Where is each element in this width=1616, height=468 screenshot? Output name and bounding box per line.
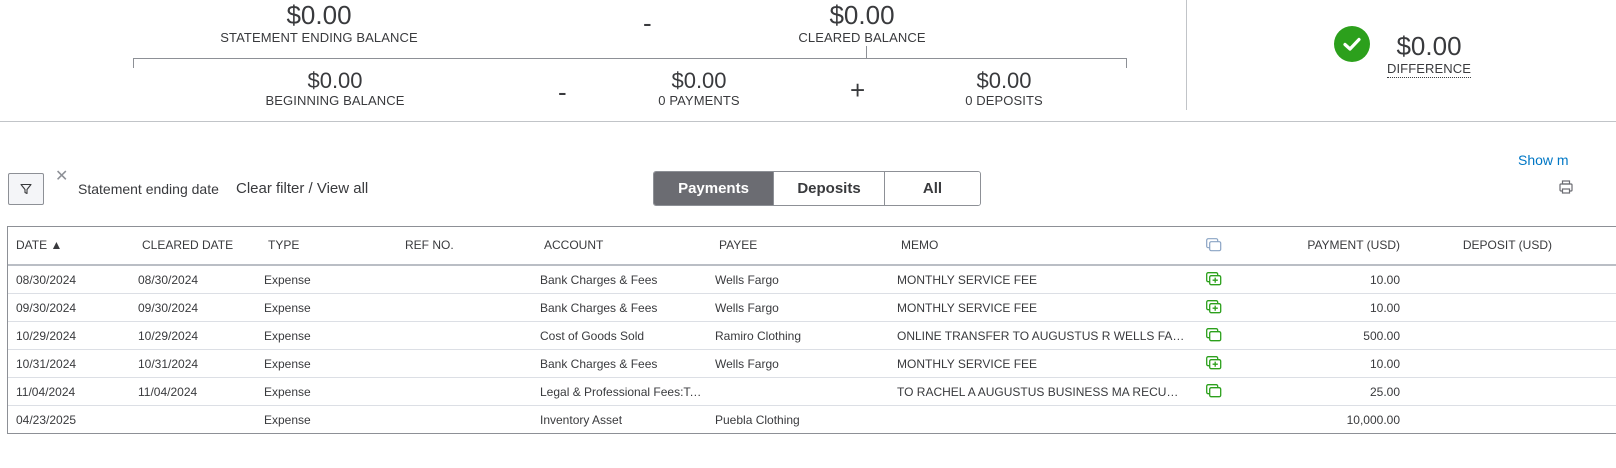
difference-value: $0.00 bbox=[1396, 31, 1462, 61]
column-header-deposit[interactable]: DEPOSIT (USD) bbox=[1418, 238, 1552, 252]
cell-type: Expense bbox=[264, 413, 311, 427]
cell-memo: MONTHLY SERVICE FEE bbox=[897, 357, 1038, 371]
table-row[interactable]: 08/30/2024 08/30/2024 Expense Bank Charges … bbox=[8, 266, 1616, 294]
payments-value: $0.00 bbox=[671, 68, 727, 93]
cell-payee: Wells Fargo bbox=[715, 273, 779, 287]
add-attachment-icon[interactable] bbox=[1206, 300, 1222, 314]
cleared-balance-label: CLEARED BALANCE bbox=[798, 30, 926, 45]
cell-payee: Ramiro Clothing bbox=[715, 329, 802, 343]
table-body: 08/30/2024 08/30/2024 Expense Bank Charges … bbox=[8, 266, 1616, 433]
table-row[interactable]: 11/04/2024 11/04/2024 Expense Legal & Profe… bbox=[8, 378, 1616, 406]
cell-memo: MONTHLY SERVICE FEE bbox=[897, 273, 1038, 287]
tab-payments[interactable]: Payments bbox=[654, 172, 773, 205]
add-attachment-icon[interactable] bbox=[1206, 356, 1222, 370]
column-header-cleared-date[interactable]: CLEARED DATE bbox=[142, 238, 233, 252]
column-header-account[interactable]: ACCOUNT bbox=[544, 238, 603, 252]
cell-account: Legal & Professional Fees:Tax... bbox=[540, 385, 708, 399]
add-attachment-icon[interactable] bbox=[1206, 272, 1222, 286]
cell-cleared-date: 09/30/2024 bbox=[138, 301, 199, 315]
show-more-link[interactable]: Show m bbox=[1518, 152, 1569, 168]
cell-cleared-date: 11/04/2024 bbox=[138, 385, 198, 399]
cell-type: Expense bbox=[264, 357, 311, 371]
cell-payment: 10.00 bbox=[1369, 273, 1400, 287]
cell-cleared-date: 08/30/2024 bbox=[138, 273, 199, 287]
cell-account: Cost of Goods Sold bbox=[540, 329, 645, 343]
cell-payee: Wells Fargo bbox=[715, 301, 779, 315]
attachments-column-icon bbox=[1206, 238, 1222, 252]
cell-payee: Puebla Clothing bbox=[715, 413, 800, 427]
attachment-icon[interactable] bbox=[1206, 328, 1222, 342]
attachment-icon[interactable] bbox=[1206, 384, 1222, 398]
difference-label-wrap: DIFFERENCE bbox=[1386, 61, 1472, 78]
statement-ending-date-label: Statement ending date bbox=[78, 181, 219, 197]
cell-payment: 10,000.00 bbox=[1346, 413, 1400, 427]
cell-account: Inventory Asset bbox=[540, 413, 623, 427]
cell-type: Expense bbox=[264, 301, 311, 315]
tab-all[interactable]: All bbox=[884, 172, 980, 205]
tab-deposits[interactable]: Deposits bbox=[773, 172, 884, 205]
cell-date: 04/23/2025 bbox=[16, 413, 77, 427]
transaction-type-tabs: Payments Deposits All bbox=[653, 171, 981, 206]
deposits-count-label: 0 DEPOSITS bbox=[965, 93, 1043, 108]
funnel-icon bbox=[20, 183, 32, 195]
column-header-date[interactable]: DATE ▲ bbox=[16, 238, 62, 252]
payments-count-label: 0 PAYMENTS bbox=[658, 93, 740, 108]
column-header-memo[interactable]: MEMO bbox=[901, 238, 938, 252]
filter-button[interactable] bbox=[8, 173, 44, 205]
cell-payment: 10.00 bbox=[1369, 301, 1400, 315]
minus-operator-bottom: - bbox=[558, 77, 567, 107]
beginning-balance-value: $0.00 bbox=[307, 68, 363, 93]
beginning-balance-label: BEGINNING BALANCE bbox=[265, 93, 405, 108]
bracket-line bbox=[133, 58, 1127, 59]
bracket-right-end bbox=[1126, 58, 1127, 68]
column-header-payee[interactable]: PAYEE bbox=[719, 238, 757, 252]
table-row[interactable]: 10/29/2024 10/29/2024 Expense Cost of Goods… bbox=[8, 322, 1616, 350]
check-icon bbox=[1334, 26, 1370, 62]
cell-memo: ONLINE TRANSFER TO AUGUSTUS R WELLS FARG… bbox=[897, 329, 1187, 343]
column-header-payment[interactable]: PAYMENT (USD) bbox=[1268, 238, 1400, 252]
cell-date: 10/29/2024 bbox=[16, 329, 77, 343]
table-row[interactable]: 10/31/2024 10/31/2024 Expense Bank Charges … bbox=[8, 350, 1616, 378]
cell-date: 10/31/2024 bbox=[16, 357, 77, 371]
cell-memo: TO RACHEL A AUGUSTUS BUSINESS MA RECURRI… bbox=[897, 385, 1187, 399]
cell-payment: 10.00 bbox=[1369, 357, 1400, 371]
statement-ending-balance-value: $0.00 bbox=[286, 0, 352, 30]
cell-type: Expense bbox=[264, 329, 311, 343]
cell-payee: Wells Fargo bbox=[715, 357, 779, 371]
cell-cleared-date: 10/31/2024 bbox=[138, 357, 199, 371]
table-header: DATE ▲ CLEARED DATE TYPE REF NO. ACCOUNT… bbox=[8, 227, 1616, 266]
minus-operator: - bbox=[643, 8, 652, 38]
section-separator bbox=[0, 121, 1616, 122]
cell-date: 11/04/2024 bbox=[16, 385, 76, 399]
plus-operator: + bbox=[850, 75, 866, 105]
table-row[interactable]: 09/30/2024 09/30/2024 Expense Bank Charges … bbox=[8, 294, 1616, 322]
bracket-stem bbox=[866, 46, 867, 58]
summary-divider bbox=[1186, 0, 1187, 110]
cleared-balance-value: $0.00 bbox=[829, 0, 895, 30]
transactions-table: DATE ▲ CLEARED DATE TYPE REF NO. ACCOUNT… bbox=[7, 226, 1616, 434]
column-header-type[interactable]: TYPE bbox=[268, 238, 299, 252]
cell-account: Bank Charges & Fees bbox=[540, 273, 658, 287]
cell-type: Expense bbox=[264, 273, 311, 287]
bracket-left-end bbox=[133, 58, 134, 68]
cell-type: Expense bbox=[264, 385, 311, 399]
print-icon[interactable] bbox=[1558, 179, 1574, 195]
deposits-value: $0.00 bbox=[976, 68, 1032, 93]
table-row[interactable]: 04/23/2025 Expense Inventory Asset Puebla C… bbox=[8, 406, 1616, 433]
cell-payment: 25.00 bbox=[1369, 385, 1400, 399]
cell-date: 09/30/2024 bbox=[16, 301, 77, 315]
cell-account: Bank Charges & Fees bbox=[540, 357, 658, 371]
statement-ending-balance-label: STATEMENT ENDING BALANCE bbox=[220, 30, 418, 45]
column-header-ref-no[interactable]: REF NO. bbox=[405, 238, 454, 252]
difference-label[interactable]: DIFFERENCE bbox=[1386, 61, 1472, 78]
clear-filter-link[interactable]: Clear filter / View all bbox=[236, 180, 368, 197]
close-filter-icon[interactable]: ✕ bbox=[55, 166, 68, 186]
cell-memo: MONTHLY SERVICE FEE bbox=[897, 301, 1038, 315]
cell-account: Bank Charges & Fees bbox=[540, 301, 658, 315]
cell-cleared-date: 10/29/2024 bbox=[138, 329, 199, 343]
cell-date: 08/30/2024 bbox=[16, 273, 77, 287]
cell-payment: 500.00 bbox=[1363, 329, 1400, 343]
